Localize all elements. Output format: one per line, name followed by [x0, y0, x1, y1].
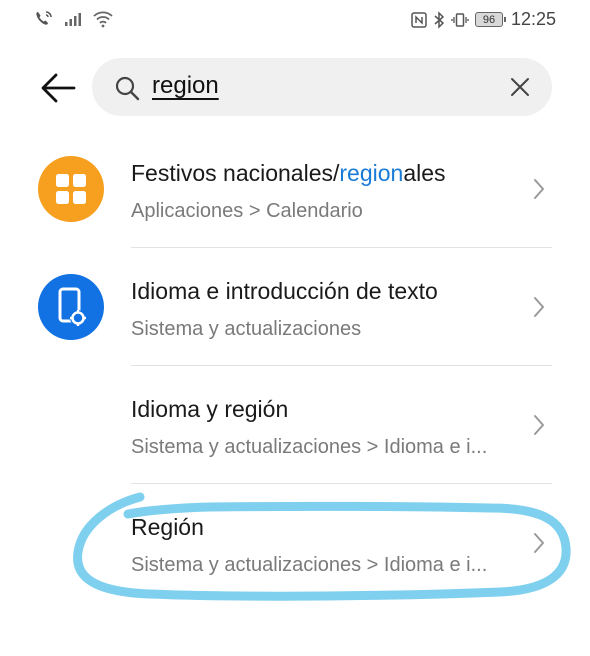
battery-icon: 96: [474, 12, 506, 27]
vibrate-icon: [451, 12, 469, 27]
status-bar: 96 12:25: [0, 0, 590, 40]
bluetooth-icon: [434, 10, 445, 29]
result-title: Festivos nacionales/regionales: [131, 160, 446, 186]
result-title: Región: [131, 514, 204, 540]
result-path: Aplicaciones > Calendario: [131, 200, 363, 222]
calendar-app-icon: [38, 156, 104, 222]
result-title: Idioma y región: [131, 396, 289, 422]
search-input[interactable]: region: [152, 72, 219, 100]
status-left-icons: [34, 10, 114, 28]
chevron-right-icon: [534, 179, 544, 199]
chevron-right-icon: [534, 533, 544, 553]
result-item-region[interactable]: Región Sistema y actualizaciones > Idiom…: [0, 484, 590, 602]
result-path: Sistema y actualizaciones: [131, 318, 362, 340]
clear-search-icon[interactable]: [510, 77, 530, 97]
search-match-highlight: region: [339, 160, 404, 186]
chevron-right-icon: [534, 297, 544, 317]
result-item-idioma-region[interactable]: Idioma y región Sistema y actualizacione…: [0, 366, 590, 484]
back-button[interactable]: [38, 68, 78, 108]
nfc-icon: [411, 11, 427, 28]
wifi-calling-icon: [36, 11, 52, 25]
signal-icon: [65, 13, 81, 26]
back-arrow-icon: [41, 73, 76, 103]
result-path: Sistema y actualizaciones > Idioma e i..…: [131, 554, 488, 576]
result-item-idioma-introduccion[interactable]: Idioma e introducción de texto Sistema y…: [0, 248, 590, 366]
wifi-icon: [93, 11, 113, 28]
result-title: Idioma e introducción de texto: [131, 278, 438, 304]
result-path: Sistema y actualizaciones > Idioma e i..…: [131, 436, 488, 458]
chevron-right-icon: [534, 415, 544, 435]
search-bar[interactable]: region: [92, 58, 552, 116]
status-time: 12:25: [510, 9, 556, 29]
search-icon: [115, 76, 140, 101]
result-item-festivos[interactable]: Festivos nacionales/regionales Aplicacio…: [0, 130, 590, 248]
system-settings-icon: [38, 274, 104, 340]
status-right-icons: 96 12:25: [411, 9, 556, 30]
